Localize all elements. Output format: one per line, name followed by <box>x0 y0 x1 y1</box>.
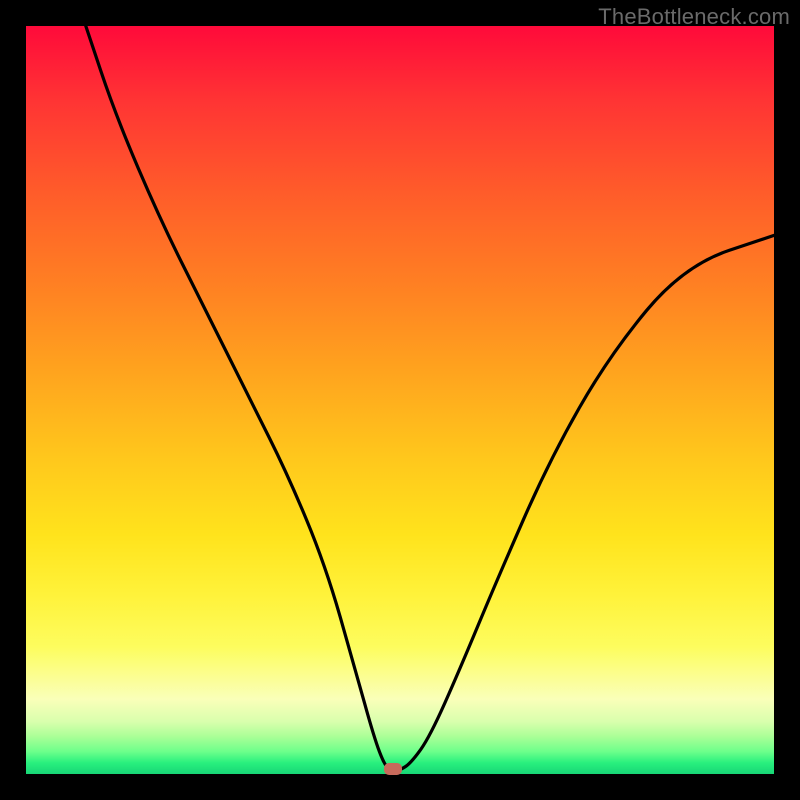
plot-area <box>26 26 774 774</box>
watermark-text: TheBottleneck.com <box>598 4 790 30</box>
chart-frame: TheBottleneck.com <box>0 0 800 800</box>
bottleneck-curve <box>26 26 774 774</box>
minimum-marker <box>384 763 402 775</box>
